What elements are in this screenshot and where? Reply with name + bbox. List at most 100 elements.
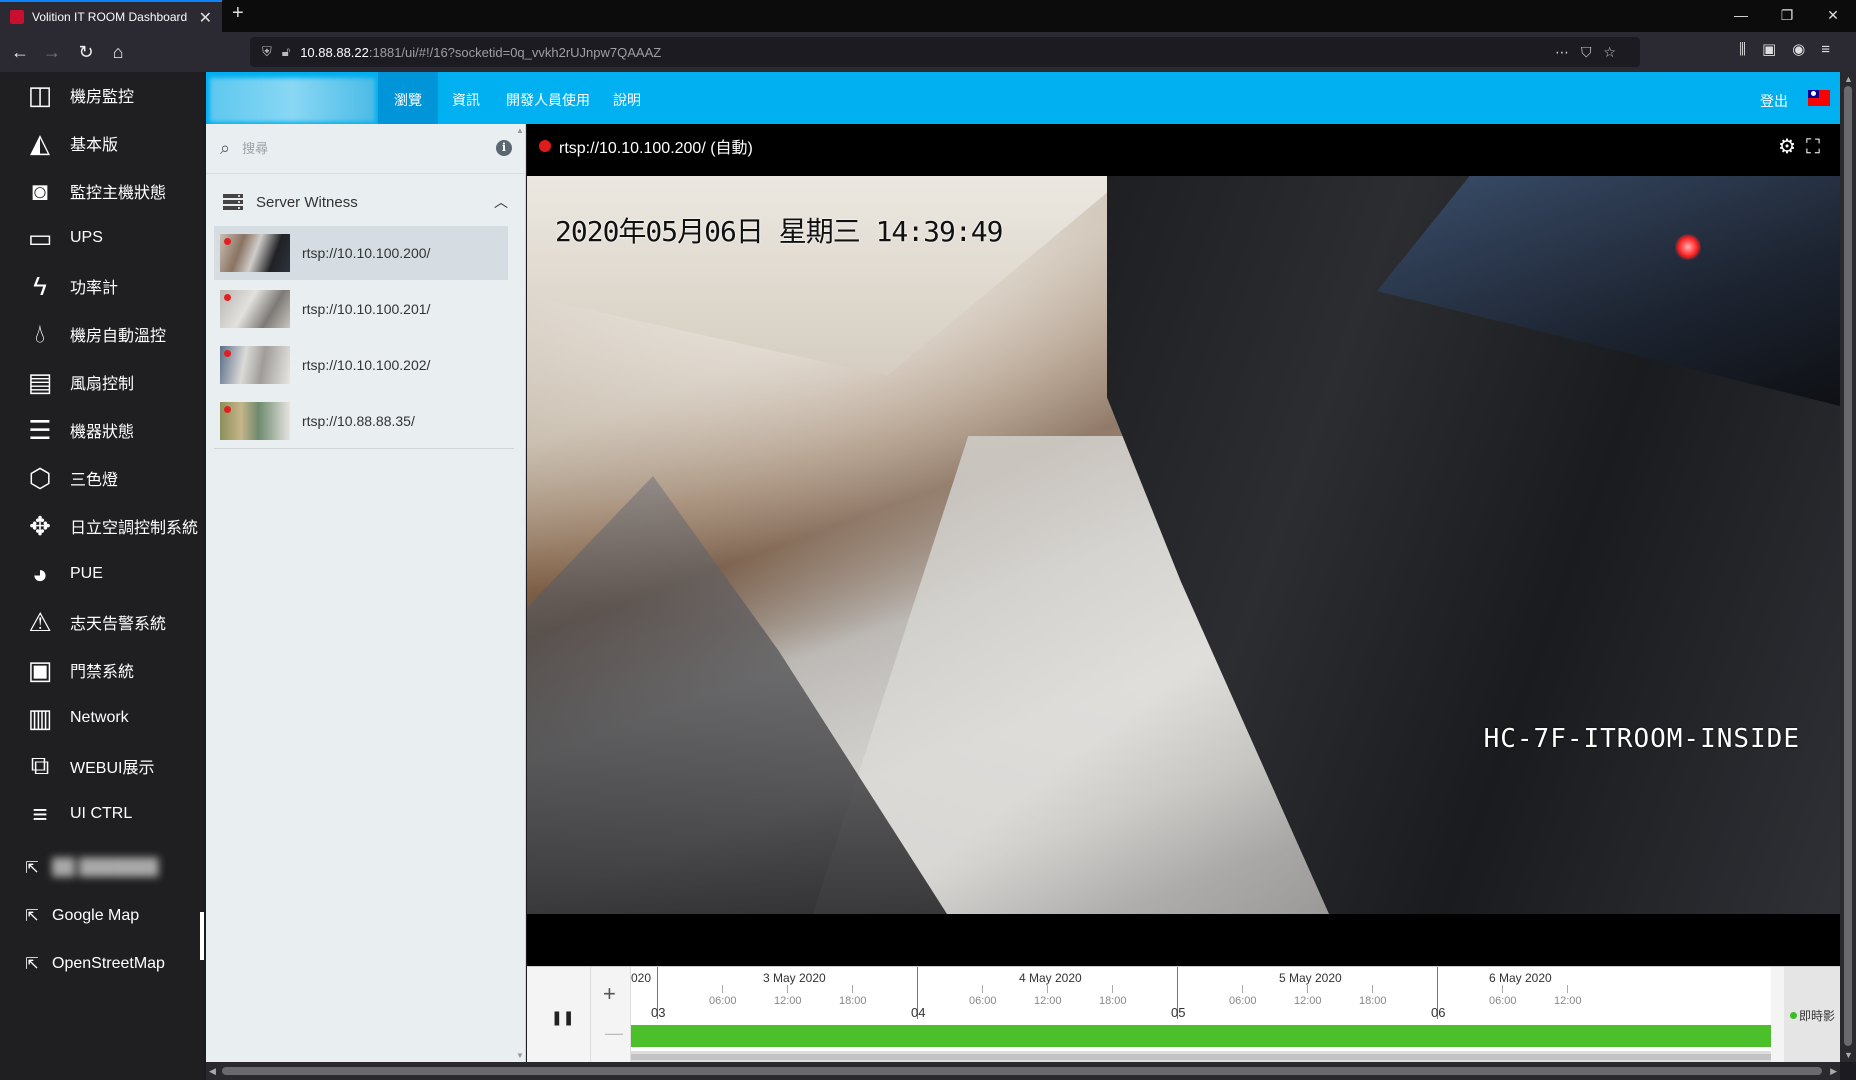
hour-label: 06:00 (1229, 995, 1257, 1007)
sidebar-link-google-map[interactable]: ⇱ Google Map (0, 896, 204, 936)
scroll-down-icon[interactable]: ▼ (1844, 1050, 1853, 1060)
timeline-partial-label: 020 (631, 971, 652, 985)
scroll-left-icon[interactable]: ◀ (209, 1066, 216, 1077)
hour-tick (1567, 985, 1568, 993)
open-link-icon: ⇱ (25, 860, 39, 877)
hour-tick (1307, 985, 1308, 993)
list-divider (214, 448, 514, 449)
sidebar-item-label: 機器狀態 (70, 424, 135, 441)
page-actions[interactable]: ⋯⛉☆ (1555, 44, 1628, 61)
page-vertical-scrollbar[interactable]: ▲ ▼ (1840, 72, 1856, 1062)
sidebar-item-access-control[interactable]: ▣ 門禁系統 (0, 647, 204, 693)
url-bar[interactable]: ⛨ 🔓︎ 10.88.88.22:1881/ui/#!/16?socketid=… (250, 37, 1640, 67)
taiwan-flag-icon[interactable] (1808, 90, 1830, 106)
home-icon[interactable]: ⌂ (106, 40, 130, 64)
new-tab-button[interactable]: + (232, 2, 244, 25)
forward-icon[interactable]: → (40, 40, 64, 64)
search-input[interactable] (242, 141, 463, 156)
camera-thumbnail (220, 402, 290, 440)
scroll-right-icon[interactable]: ▶ (1830, 1066, 1837, 1077)
hour-tick (982, 985, 983, 993)
sidebar-link-label: ██ ███████ (52, 859, 159, 876)
toolbar-right-icons[interactable]: ⫼▣◉≡ (1739, 40, 1846, 58)
hour-tick (787, 985, 788, 993)
video-scene-wall (527, 176, 1127, 376)
sidebar-item-label: 機房監控 (70, 89, 135, 106)
chevron-up-icon[interactable]: ︿ (494, 192, 508, 212)
area-chart-icon: ◭ (30, 127, 50, 158)
tab-browse[interactable]: 瀏覽 (378, 72, 438, 124)
zoom-in-button[interactable]: + (603, 981, 616, 1007)
url-host: 10.88.88.22 (300, 44, 369, 60)
pause-button[interactable]: ❚❚ (551, 1009, 574, 1026)
tab-info[interactable]: 資訊 (438, 72, 494, 124)
timeline-scale[interactable]: 020 03 3 May 2020 06:00 12:00 18:00 04 4… (631, 967, 1771, 1063)
hour-label: 18:00 (1099, 995, 1127, 1007)
id-card-icon: ▣ (27, 654, 53, 685)
tab-help[interactable]: 說明 (602, 72, 652, 124)
sidebar-item-power-meter[interactable]: ϟ 功率計 (0, 263, 204, 309)
sidebar-link-redacted[interactable]: ⇱ ██ ███████ (0, 848, 204, 888)
hour-label: 06:00 (1489, 995, 1517, 1007)
sidebar-item-host-status[interactable]: ◙ 監控主機狀態 (0, 168, 204, 214)
scroll-up-icon[interactable]: ▲ (516, 126, 524, 135)
camera-item-200[interactable]: rtsp://10.10.100.200/ (214, 226, 508, 280)
sidebar-link-openstreetmap[interactable]: ⇱ OpenStreetMap (0, 944, 204, 984)
camera-stream[interactable]: 2020年05月06日 星期三 14:39:49 HC-7F-ITROOM-IN… (527, 176, 1840, 914)
timeline-scroll-thumb[interactable] (631, 1054, 1771, 1060)
browser-tab[interactable]: Volition IT ROOM Dashboard ✕ (0, 0, 222, 32)
camera-item-202[interactable]: rtsp://10.10.100.202/ (214, 338, 508, 392)
sidebar-scrollbar[interactable] (200, 912, 204, 960)
sidebar-item-ui-ctrl[interactable]: ≡ UI CTRL (0, 791, 204, 837)
sidebar-item-label: 機房自動溫控 (70, 328, 167, 345)
sidebar-item-label: UPS (70, 229, 103, 246)
sidebar-item-fan-control[interactable]: ▤ 風扇控制 (0, 359, 204, 405)
sidebar-item-hitachi-ac[interactable]: ✥ 日立空調控制系統 (0, 503, 204, 549)
favicon-icon (10, 10, 24, 24)
group-header[interactable]: Server Witness ︿ (206, 180, 518, 224)
info-icon[interactable]: i (496, 140, 512, 156)
gear-icon[interactable]: ⚙ (1778, 136, 1806, 158)
search-icon: ⌕ (220, 138, 231, 158)
restore-icon[interactable]: ❐ (1764, 0, 1810, 32)
tab-close-icon[interactable]: ✕ (199, 8, 212, 28)
zoom-out-button[interactable]: — (605, 1023, 623, 1044)
tab-developer[interactable]: 開發人員使用 (494, 72, 602, 124)
hour-tick (852, 985, 853, 993)
sidebar-item-ups[interactable]: ▭ UPS (0, 215, 204, 261)
external-link-icon: ⧉ (30, 750, 50, 780)
sidebar-item-basic[interactable]: ◭ 基本版 (0, 120, 204, 166)
reload-icon[interactable]: ↻ (74, 40, 98, 64)
sidebar-item-tri-light[interactable]: ⬡ 三色燈 (0, 455, 204, 501)
sidebar-item-webui[interactable]: ⧉ WEBUI展示 (0, 743, 204, 789)
minimize-icon[interactable]: — (1718, 0, 1764, 32)
server-group-icon (223, 194, 243, 210)
list-scrollbar[interactable]: ▲ ▼ (515, 126, 525, 1060)
sidebar-item-machine-status[interactable]: ☰ 機器狀態 (0, 407, 204, 453)
horizontal-scroll-thumb[interactable] (222, 1067, 1822, 1075)
sidebar-item-room-monitor[interactable]: ◫ 機房監控 (0, 72, 204, 118)
day-label: 5 May 2020 (1279, 971, 1342, 985)
warning-icon: ⚠︎ (28, 606, 52, 637)
cube-icon: ⬡ (28, 462, 52, 493)
sidebar-item-label: 監控主機狀態 (70, 185, 167, 202)
window-close-icon[interactable]: ✕ (1810, 0, 1856, 32)
sidebar-item-pue[interactable]: ◕ PUE (0, 551, 204, 597)
page-horizontal-scrollbar[interactable]: ◀ ▶ (206, 1062, 1840, 1080)
hour-tick (1502, 985, 1503, 993)
sidebar-item-auto-temp[interactable]: 💧︎ 機房自動溫控 (0, 311, 204, 357)
logout-button[interactable]: 登出 (1760, 72, 1788, 130)
scroll-down-icon[interactable]: ▼ (515, 1051, 525, 1060)
vertical-scroll-thumb[interactable] (1844, 86, 1852, 1046)
camera-item-88-35[interactable]: rtsp://10.88.88.35/ (214, 394, 508, 448)
browser-navbar: ← → ↻ ⌂ ⛨ 🔓︎ 10.88.88.22:1881/ui/#!/16?s… (0, 32, 1856, 72)
hour-tick (1242, 985, 1243, 993)
fullscreen-icon[interactable]: ⛶ (1806, 136, 1830, 158)
live-button[interactable]: 即時影 (1784, 967, 1840, 1063)
back-icon[interactable]: ← (8, 40, 32, 64)
camera-item-201[interactable]: rtsp://10.10.100.201/ (214, 282, 508, 336)
scroll-up-icon[interactable]: ▲ (1844, 74, 1853, 84)
recording-bar[interactable] (631, 1025, 1771, 1047)
sidebar-item-network[interactable]: ▥ Network (0, 695, 204, 741)
sidebar-item-alarm[interactable]: ⚠︎ 志天告警系統 (0, 599, 204, 645)
